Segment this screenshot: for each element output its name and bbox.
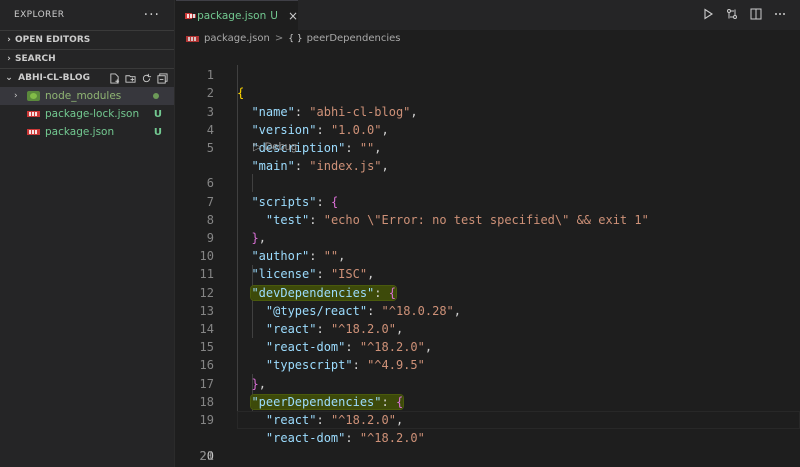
code-line-current: 20 }: [176, 411, 800, 463]
explorer-sidebar: EXPLORER ··· › OPEN EDITORS › SEARCH ⌄ A…: [0, 0, 175, 467]
untracked-badge: U: [153, 108, 162, 120]
breadcrumb-symbol[interactable]: peerDependencies: [307, 33, 401, 44]
code-line: 17 "peerDependencies": {: [176, 356, 800, 409]
code-line: 6 "scripts": {: [176, 156, 800, 208]
code-line: 12 "@types/react": "^18.0.28",: [176, 265, 800, 318]
current-line-highlight: [237, 411, 800, 429]
npm-icon: [185, 12, 197, 19]
section-project[interactable]: ⌄ ABHI-CL-BLOG: [0, 68, 174, 87]
section-label: OPEN EDITORS: [15, 35, 91, 45]
more-actions-icon[interactable]: ···: [144, 8, 160, 22]
code-line: 14 "react-dom": "^18.2.0",: [176, 302, 800, 354]
more-actions-icon[interactable]: [774, 8, 786, 20]
code-line: 16 },: [176, 338, 800, 390]
code-line: 1 {: [176, 48, 800, 100]
chevron-right-icon: ›: [7, 54, 11, 64]
section-label: ABHI-CL-BLOG: [18, 73, 90, 83]
debug-codelens[interactable]: ▷ Debug: [253, 138, 297, 156]
tree-item-package-lock[interactable]: package-lock.json U: [0, 105, 174, 123]
chevron-right-icon: ›: [14, 91, 18, 101]
compare-changes-icon[interactable]: [726, 8, 738, 20]
code-line: 13 "react": "^18.2.0",: [176, 284, 800, 336]
breadcrumb-file[interactable]: package.json: [204, 33, 270, 44]
editor-actions: [702, 8, 786, 20]
tab-label: package.json: [197, 9, 267, 22]
section-search[interactable]: › SEARCH: [0, 49, 174, 68]
section-label: SEARCH: [15, 54, 56, 64]
code-line: 15 "typescript": "^4.9.5": [176, 320, 800, 372]
breadcrumb: package.json > { } peerDependencies: [176, 30, 800, 47]
refresh-icon[interactable]: [141, 73, 152, 84]
untracked-badge: U: [153, 126, 162, 138]
close-icon[interactable]: ×: [288, 9, 298, 23]
line-number: 5: [206, 141, 214, 155]
tree-item-node-modules[interactable]: › node_modules: [0, 87, 174, 105]
code-line: 3 "version": "1.0.0",: [176, 84, 800, 137]
tree-item-label: package-lock.json: [45, 108, 140, 120]
split-editor-icon[interactable]: [750, 8, 762, 20]
chevron-down-icon: ⌄: [5, 73, 13, 83]
tree-item-label: node_modules: [45, 90, 122, 102]
code-line: 11 "devDependencies": {: [176, 247, 800, 300]
npm-icon: [27, 129, 40, 135]
code-line: 22: [176, 447, 800, 465]
object-symbol-icon: { }: [288, 33, 303, 44]
code-line: 18 "react": "^18.2.0",: [176, 375, 800, 427]
npm-icon: [27, 111, 40, 117]
node-folder-icon: [27, 91, 40, 101]
new-file-icon[interactable]: [109, 72, 120, 84]
section-open-editors[interactable]: › OPEN EDITORS: [0, 30, 174, 49]
npm-icon: [186, 35, 199, 42]
code-line: 7 "test": "echo \"Error: no test specifi…: [176, 174, 800, 227]
tab-package-json[interactable]: package.json U ×: [176, 0, 298, 30]
run-icon[interactable]: [702, 8, 714, 20]
untracked-badge: U: [270, 9, 278, 22]
explorer-title: EXPLORER: [14, 10, 65, 20]
collapse-all-icon[interactable]: [157, 72, 168, 84]
breadcrumb-separator: >: [274, 33, 284, 44]
tree-item-package-json[interactable]: package.json U: [0, 123, 174, 141]
new-folder-icon[interactable]: [125, 73, 136, 84]
code-line: 21 }: [176, 429, 800, 463]
code-line: 8 },: [176, 193, 800, 245]
code-line: 9 "author": "",: [176, 211, 800, 263]
tree-item-label: package.json: [45, 126, 115, 138]
chevron-right-icon: ›: [7, 35, 11, 45]
code-line: 5 "main": "index.js",: [176, 121, 800, 173]
code-line: 19 "react-dom": "^18.2.0": [176, 393, 800, 445]
code-line: 4 "description": "",: [176, 103, 800, 155]
tab-bar: package.json U ×: [176, 0, 800, 30]
explorer-header: EXPLORER ···: [0, 0, 174, 30]
modified-dot-icon: [153, 93, 159, 99]
code-line: 10 "license": "ISC",: [176, 229, 800, 281]
code-line: 2 "name": "abhi-cl-blog",: [176, 66, 800, 118]
code-editor[interactable]: 1 { 2 "name": "abhi-cl-blog", 3 "version…: [176, 47, 800, 467]
